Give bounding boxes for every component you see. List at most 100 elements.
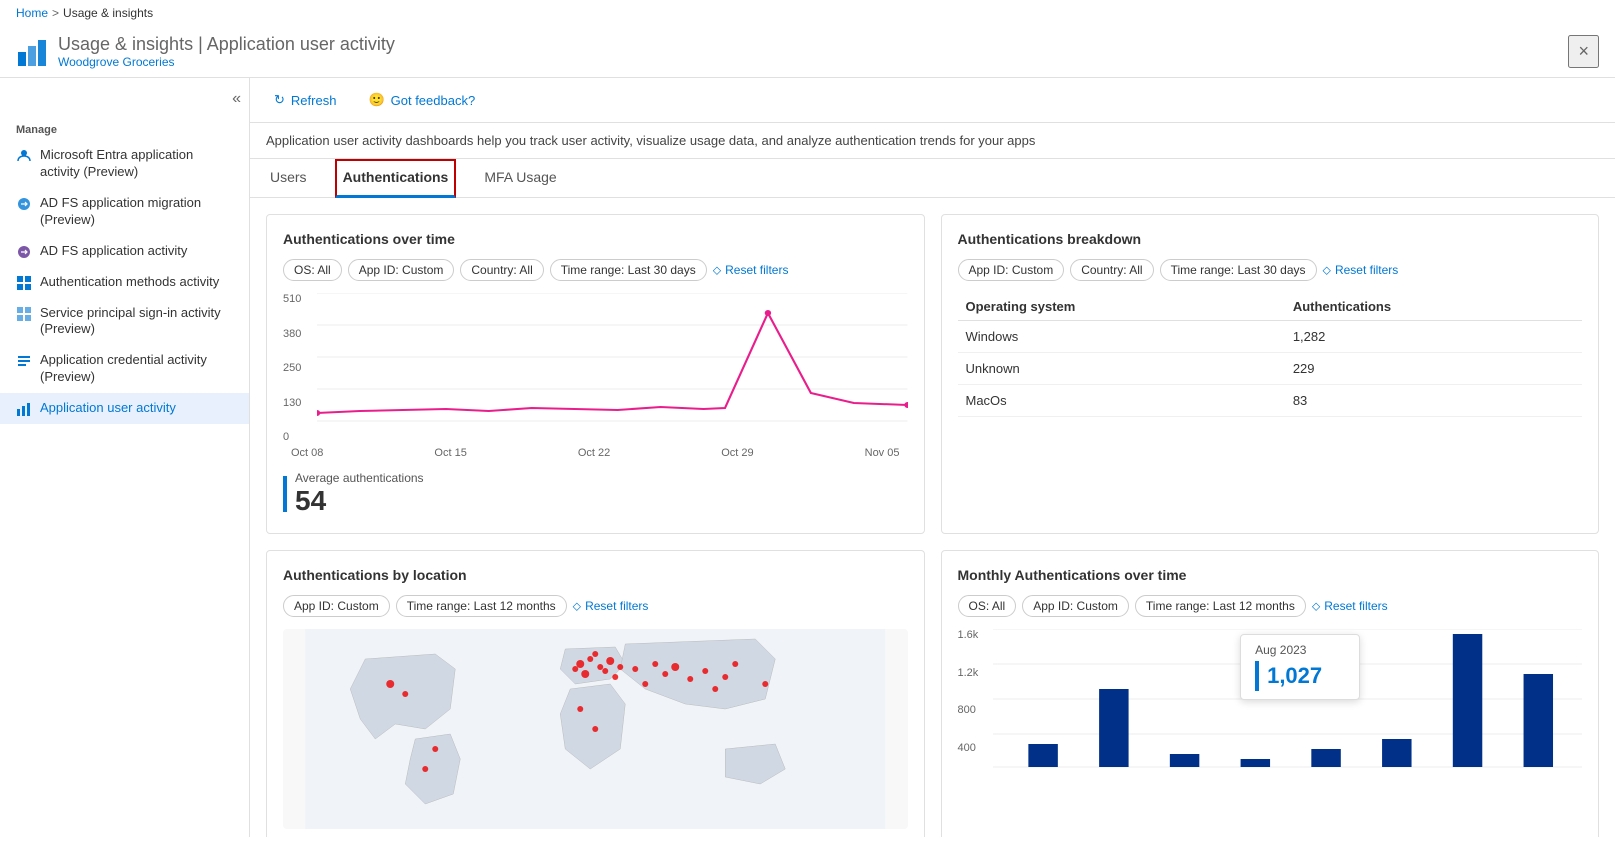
average-section: Average authentications 54	[283, 471, 908, 517]
sidebar-item-app-user-activity-label: Application user activity	[40, 400, 176, 417]
sidebar-item-auth-methods-label: Authentication methods activity	[40, 274, 219, 291]
feedback-label: Got feedback?	[391, 93, 476, 108]
col-os: Operating system	[958, 293, 1285, 321]
close-button[interactable]: ×	[1568, 35, 1599, 68]
table-row: Windows 1,282	[958, 321, 1583, 353]
tab-mfa[interactable]: MFA Usage	[480, 159, 560, 198]
os-name: Windows	[958, 321, 1285, 353]
page-header: Usage & insights | Application user acti…	[0, 26, 1615, 78]
sidebar-item-entra-label: Microsoft Entra application activity (Pr…	[40, 147, 233, 181]
app-credential-icon	[16, 353, 32, 369]
bar-chart-wrapper: 1.6k 1.2k 800 400	[958, 629, 1583, 799]
page-title: Usage & insights | Application user acti…	[58, 34, 1568, 55]
os-count: 229	[1285, 353, 1582, 385]
sidebar-item-entra-activity[interactable]: Microsoft Entra application activity (Pr…	[0, 140, 249, 188]
monthly-filter-timerange[interactable]: Time range: Last 12 months	[1135, 595, 1306, 617]
auth-methods-icon	[16, 275, 32, 291]
sidebar-section-title: Manage	[0, 116, 249, 140]
reset-filters-auth[interactable]: ⬦ Reset filters	[713, 259, 789, 281]
refresh-button[interactable]: ↻ Refresh	[266, 88, 344, 112]
location-filter-timerange[interactable]: Time range: Last 12 months	[396, 595, 567, 617]
monthly-filter-os[interactable]: OS: All	[958, 595, 1017, 617]
sidebar-item-auth-methods[interactable]: Authentication methods activity	[0, 267, 249, 298]
os-name: Unknown	[958, 353, 1285, 385]
filter-appid-custom[interactable]: App ID: Custom	[348, 259, 455, 281]
auth-breakdown-title: Authentications breakdown	[958, 231, 1583, 247]
auth-over-time-title: Authentications over time	[283, 231, 908, 247]
reset-breakdown-icon: ⬦	[1323, 263, 1331, 278]
breadcrumb: Home > Usage & insights	[0, 0, 1615, 26]
avg-value: 54	[295, 485, 424, 517]
reset-monthly-icon: ⬦	[1312, 599, 1320, 614]
service-principal-icon	[16, 306, 32, 322]
sidebar-collapse-button[interactable]: «	[0, 90, 249, 116]
avg-info: Average authentications 54	[295, 471, 424, 517]
adfs-migration-icon	[16, 196, 32, 212]
breakdown-filter-appid[interactable]: App ID: Custom	[958, 259, 1065, 281]
auth-over-time-card: Authentications over time OS: All App ID…	[266, 214, 925, 534]
os-name: MacOs	[958, 385, 1285, 417]
sidebar-item-app-credential[interactable]: Application credential activity (Preview…	[0, 345, 249, 393]
auth-over-time-filters: OS: All App ID: Custom Country: All Time…	[283, 259, 908, 281]
filter-country-all[interactable]: Country: All	[460, 259, 543, 281]
reset-icon: ⬦	[713, 263, 721, 278]
auth-by-location-card: Authentications by location App ID: Cust…	[266, 550, 925, 837]
refresh-icon: ↻	[274, 92, 285, 108]
feedback-button[interactable]: 🙂 Got feedback?	[360, 88, 483, 112]
breadcrumb-current: Usage & insights	[63, 6, 153, 20]
sidebar-item-adfs-activity-label: AD FS application activity	[40, 243, 187, 260]
line-chart-area	[317, 293, 908, 443]
avg-bar-indicator	[283, 476, 287, 512]
os-count: 1,282	[1285, 321, 1582, 353]
adfs-activity-icon	[16, 244, 32, 260]
content-grid: Authentications over time OS: All App ID…	[250, 198, 1615, 837]
breakdown-filter-timerange[interactable]: Time range: Last 30 days	[1160, 259, 1317, 281]
x-axis-labels: Oct 08 Oct 15 Oct 22 Oct 29 Nov 05	[283, 447, 908, 459]
location-filter-appid[interactable]: App ID: Custom	[283, 595, 390, 617]
table-row: MacOs 83	[958, 385, 1583, 417]
bar-y-labels: 1.6k 1.2k 800 400	[958, 629, 993, 799]
reset-filters-monthly[interactable]: ⬦ Reset filters	[1312, 595, 1388, 617]
sidebar: « Manage Microsoft Entra application act…	[0, 78, 250, 837]
sidebar-item-app-credential-label: Application credential activity (Preview…	[40, 352, 233, 386]
location-filters: App ID: Custom Time range: Last 12 month…	[283, 595, 908, 617]
bar-chart-area: Aug 2023 1,027	[993, 629, 1583, 799]
monthly-filters: OS: All App ID: Custom Time range: Last …	[958, 595, 1583, 617]
tooltip-value-container: 1,027	[1255, 661, 1345, 691]
monthly-filter-appid[interactable]: App ID: Custom	[1022, 595, 1129, 617]
sidebar-item-adfs-activity[interactable]: AD FS application activity	[0, 236, 249, 267]
auth-breakdown-card: Authentications breakdown App ID: Custom…	[941, 214, 1600, 534]
breakdown-filter-country[interactable]: Country: All	[1070, 259, 1153, 281]
world-map	[283, 629, 908, 829]
person-icon	[16, 148, 32, 164]
app-user-activity-icon	[16, 401, 32, 417]
monthly-auth-title: Monthly Authentications over time	[958, 567, 1583, 583]
tooltip-month: Aug 2023	[1255, 643, 1345, 657]
main-content: ↻ Refresh 🙂 Got feedback? Application us…	[250, 78, 1615, 837]
sidebar-item-app-user-activity[interactable]: Application user activity	[0, 393, 249, 424]
reset-filters-breakdown[interactable]: ⬦ Reset filters	[1323, 259, 1399, 281]
col-auth: Authentications	[1285, 293, 1582, 321]
filter-timerange-30d[interactable]: Time range: Last 30 days	[550, 259, 707, 281]
page-description: Application user activity dashboards hel…	[250, 123, 1615, 159]
reset-filters-location[interactable]: ⬦ Reset filters	[573, 595, 649, 617]
line-chart-svg	[317, 293, 908, 423]
tab-authentications[interactable]: Authentications	[335, 159, 457, 198]
sidebar-item-adfs-migration-label: AD FS application migration (Preview)	[40, 195, 233, 229]
breadcrumb-separator: >	[52, 6, 59, 20]
tooltip-bar	[1255, 661, 1259, 691]
filter-os-all[interactable]: OS: All	[283, 259, 342, 281]
org-name: Woodgrove Groceries	[58, 55, 1568, 69]
sidebar-item-adfs-migration[interactable]: AD FS application migration (Preview)	[0, 188, 249, 236]
sidebar-item-service-principal[interactable]: Service principal sign-in activity (Prev…	[0, 298, 249, 346]
tab-users[interactable]: Users	[266, 159, 311, 198]
auth-breakdown-filters: App ID: Custom Country: All Time range: …	[958, 259, 1583, 281]
chart-wrapper: 510 380 250 130 0	[283, 293, 908, 443]
feedback-icon: 🙂	[368, 92, 384, 108]
breadcrumb-home[interactable]: Home	[16, 6, 48, 20]
refresh-label: Refresh	[291, 93, 337, 108]
os-count: 83	[1285, 385, 1582, 417]
sidebar-item-service-principal-label: Service principal sign-in activity (Prev…	[40, 305, 233, 339]
table-row: Unknown 229	[958, 353, 1583, 385]
chart-tooltip: Aug 2023 1,027	[1240, 634, 1360, 700]
